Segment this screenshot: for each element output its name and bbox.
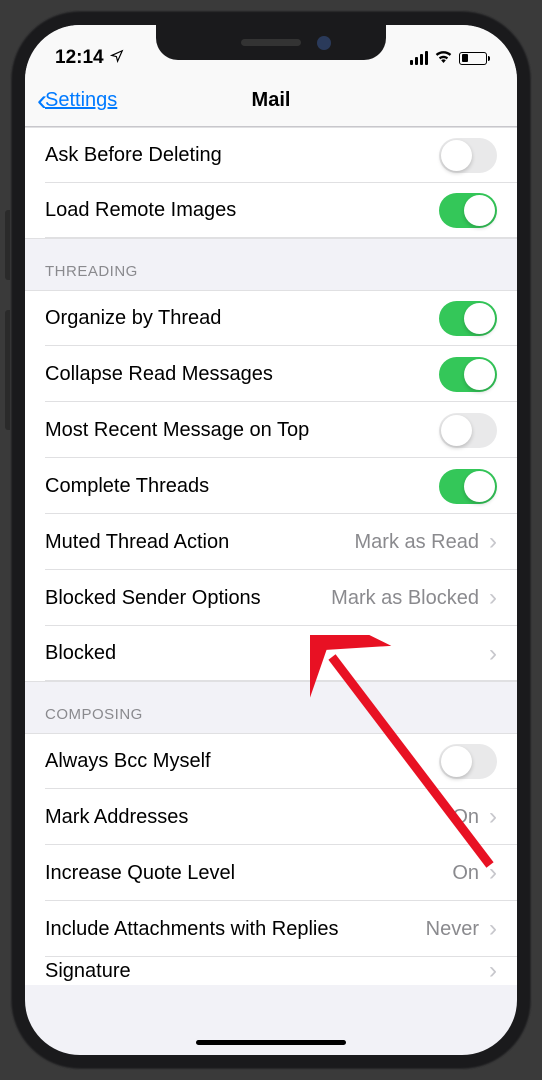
chevron-right-icon: ›: [489, 803, 497, 831]
row-mark-addresses[interactable]: Mark Addresses On ›: [25, 789, 517, 845]
row-label: Blocked Sender Options: [45, 587, 331, 610]
toggle-complete[interactable]: [439, 469, 497, 504]
section-header-composing: COMPOSING: [25, 682, 517, 733]
row-label: Blocked: [45, 642, 489, 665]
toggle-load-remote[interactable]: [439, 193, 497, 228]
row-label: Include Attachments with Replies: [45, 918, 426, 941]
section-header-threading: THREADING: [25, 239, 517, 290]
row-label: Ask Before Deleting: [45, 144, 439, 167]
toggle-collapse[interactable]: [439, 357, 497, 392]
location-icon: [110, 47, 124, 69]
front-camera: [317, 36, 331, 50]
row-signature[interactable]: Signature ›: [25, 957, 517, 985]
status-time: 12:14: [55, 47, 104, 69]
chevron-right-icon: ›: [489, 640, 497, 668]
chevron-right-icon: ›: [489, 957, 497, 985]
row-label: Increase Quote Level: [45, 862, 452, 885]
battery-icon: [459, 52, 487, 65]
toggle-always-bcc[interactable]: [439, 744, 497, 779]
row-blocked-sender-options[interactable]: Blocked Sender Options Mark as Blocked ›: [25, 570, 517, 626]
row-blocked[interactable]: Blocked ›: [25, 626, 517, 682]
nav-bar: ‹ Settings Mail: [25, 75, 517, 127]
speaker: [241, 39, 301, 46]
back-label: Settings: [45, 89, 117, 112]
row-value: Mark as Read: [355, 531, 480, 554]
row-include-attachments[interactable]: Include Attachments with Replies Never ›: [25, 901, 517, 957]
row-label: Mark Addresses: [45, 806, 452, 829]
back-button[interactable]: ‹ Settings: [37, 86, 117, 116]
row-label: Load Remote Images: [45, 199, 439, 222]
row-label: Complete Threads: [45, 475, 439, 498]
settings-list[interactable]: Ask Before Deleting Load Remote Images T…: [25, 127, 517, 985]
page-title: Mail: [252, 89, 291, 112]
row-label: Most Recent Message on Top: [45, 419, 439, 442]
cellular-icon: [410, 51, 429, 65]
chevron-right-icon: ›: [489, 859, 497, 887]
toggle-ask-delete[interactable]: [439, 138, 497, 173]
screen: 12:14 ‹ Settings Mail Ask Before Deletin…: [25, 25, 517, 1055]
row-label: Organize by Thread: [45, 307, 439, 330]
notch: [156, 25, 386, 60]
wifi-icon: [434, 49, 453, 68]
row-muted-thread-action[interactable]: Muted Thread Action Mark as Read ›: [25, 514, 517, 570]
chevron-right-icon: ›: [489, 915, 497, 943]
row-value: On: [452, 862, 479, 885]
row-load-remote-images[interactable]: Load Remote Images: [25, 183, 517, 239]
row-always-bcc[interactable]: Always Bcc Myself: [25, 733, 517, 789]
row-complete-threads[interactable]: Complete Threads: [25, 458, 517, 514]
phone-frame: 12:14 ‹ Settings Mail Ask Before Deletin…: [10, 10, 532, 1070]
row-value: Mark as Blocked: [331, 587, 479, 610]
row-most-recent-top[interactable]: Most Recent Message on Top: [25, 402, 517, 458]
row-collapse-read[interactable]: Collapse Read Messages: [25, 346, 517, 402]
row-value: Never: [426, 918, 479, 941]
row-value: On: [452, 806, 479, 829]
chevron-right-icon: ›: [489, 528, 497, 556]
row-ask-before-deleting[interactable]: Ask Before Deleting: [25, 127, 517, 183]
row-label: Always Bcc Myself: [45, 750, 439, 773]
toggle-organize[interactable]: [439, 301, 497, 336]
row-label: Muted Thread Action: [45, 531, 355, 554]
home-indicator[interactable]: [196, 1040, 346, 1045]
row-organize-by-thread[interactable]: Organize by Thread: [25, 290, 517, 346]
row-increase-quote-level[interactable]: Increase Quote Level On ›: [25, 845, 517, 901]
chevron-right-icon: ›: [489, 584, 497, 612]
row-label: Collapse Read Messages: [45, 363, 439, 386]
row-label: Signature: [45, 960, 489, 983]
toggle-most-recent[interactable]: [439, 413, 497, 448]
